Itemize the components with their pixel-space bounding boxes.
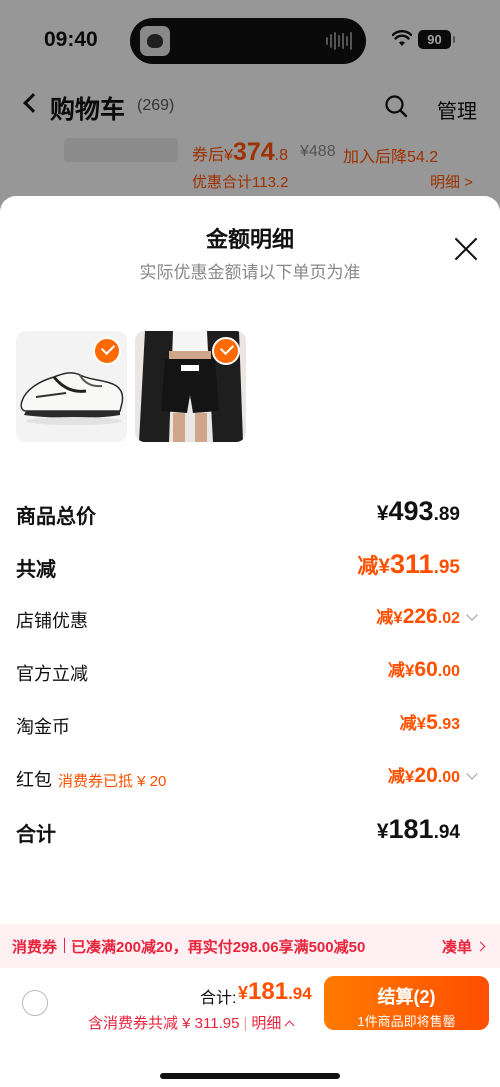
row-official-discount: 官方立减 减¥60.00 <box>0 652 500 692</box>
row-value: 减¥60.00 <box>387 658 460 681</box>
home-indicator <box>160 1073 340 1079</box>
detail-toggle[interactable]: 明细 <box>251 1015 293 1032</box>
sheet-title: 金额明细 <box>205 227 294 252</box>
product-thumb-sneaker[interactable] <box>16 331 127 442</box>
row-red-packet[interactable]: 红包 消费券已抵 ¥ 20 减¥20.00 <box>0 758 500 798</box>
row-value: ¥493.89 <box>376 496 460 526</box>
coupon-promo-bar[interactable]: 消费券 已凑满200减20，再实付298.06享满500减50 凑单 <box>0 924 500 968</box>
amount-detail-sheet: 金额明细 实际优惠金额请以下单页为准 商品总价 ¥493.89 共减 减¥311… <box>0 196 500 1087</box>
checkout-sublabel: 1件商品即将售罄 <box>357 1014 456 1029</box>
select-all-radio[interactable] <box>22 990 48 1016</box>
divider <box>64 938 65 953</box>
chevron-down-icon[interactable] <box>466 609 478 621</box>
row-subtotal: 商品总价 ¥493.89 <box>0 492 500 532</box>
coupon-tag: 消费券 <box>12 939 58 956</box>
total-amount: ¥181.94 <box>238 978 312 1005</box>
checkout-bar: 合计: ¥181.94 含消费券共减 ¥ 311.95 | 明细 结算(2) 1件商… <box>0 968 500 1087</box>
row-value: ¥181.94 <box>376 814 460 844</box>
coupon-progress-text: 已凑满200减20，再实付298.06享满500减50 <box>71 939 366 956</box>
row-value: 减¥311.95 <box>357 549 460 579</box>
discount-summary: 含消费券共减 ¥ 311.95 | 明细 <box>88 1012 293 1033</box>
close-icon[interactable] <box>453 236 479 262</box>
row-value: 减¥20.00 <box>387 764 460 787</box>
chevron-down-icon[interactable] <box>466 768 478 780</box>
total-label: 合计: <box>200 990 237 1007</box>
selected-check-icon[interactable] <box>93 337 121 365</box>
row-store-discount[interactable]: 店铺优惠 减¥226.02 <box>0 599 500 639</box>
row-label: 商品总价 <box>16 506 96 528</box>
row-label: 官方立减 <box>16 664 88 684</box>
checkout-label: 结算(2) <box>377 987 436 1007</box>
checkout-button[interactable]: 结算(2) 1件商品即将售罄 <box>324 976 489 1030</box>
row-total-discount: 共减 减¥311.95 <box>0 545 500 585</box>
row-label: 店铺优惠 <box>16 611 88 631</box>
product-thumb-shorts[interactable] <box>135 331 246 442</box>
selected-check-icon[interactable] <box>212 337 240 365</box>
product-thumbnails <box>16 331 246 442</box>
sheet-subtitle: 实际优惠金额请以下单页为准 <box>139 263 361 282</box>
row-label: 淘金币 <box>16 717 70 737</box>
row-taojinbi: 淘金币 减¥5.93 <box>0 705 500 745</box>
add-items-link[interactable]: 凑单 <box>442 936 484 957</box>
row-grand-total: 合计 ¥181.94 <box>0 810 500 850</box>
row-value: 减¥5.93 <box>399 711 460 734</box>
row-label: 红包 消费券已抵 ¥ 20 <box>16 770 167 790</box>
row-value: 减¥226.02 <box>376 605 460 628</box>
row-label: 共减 <box>16 559 56 581</box>
row-label: 合计 <box>16 824 56 846</box>
coupon-note: 消费券已抵 ¥ 20 <box>58 773 167 790</box>
